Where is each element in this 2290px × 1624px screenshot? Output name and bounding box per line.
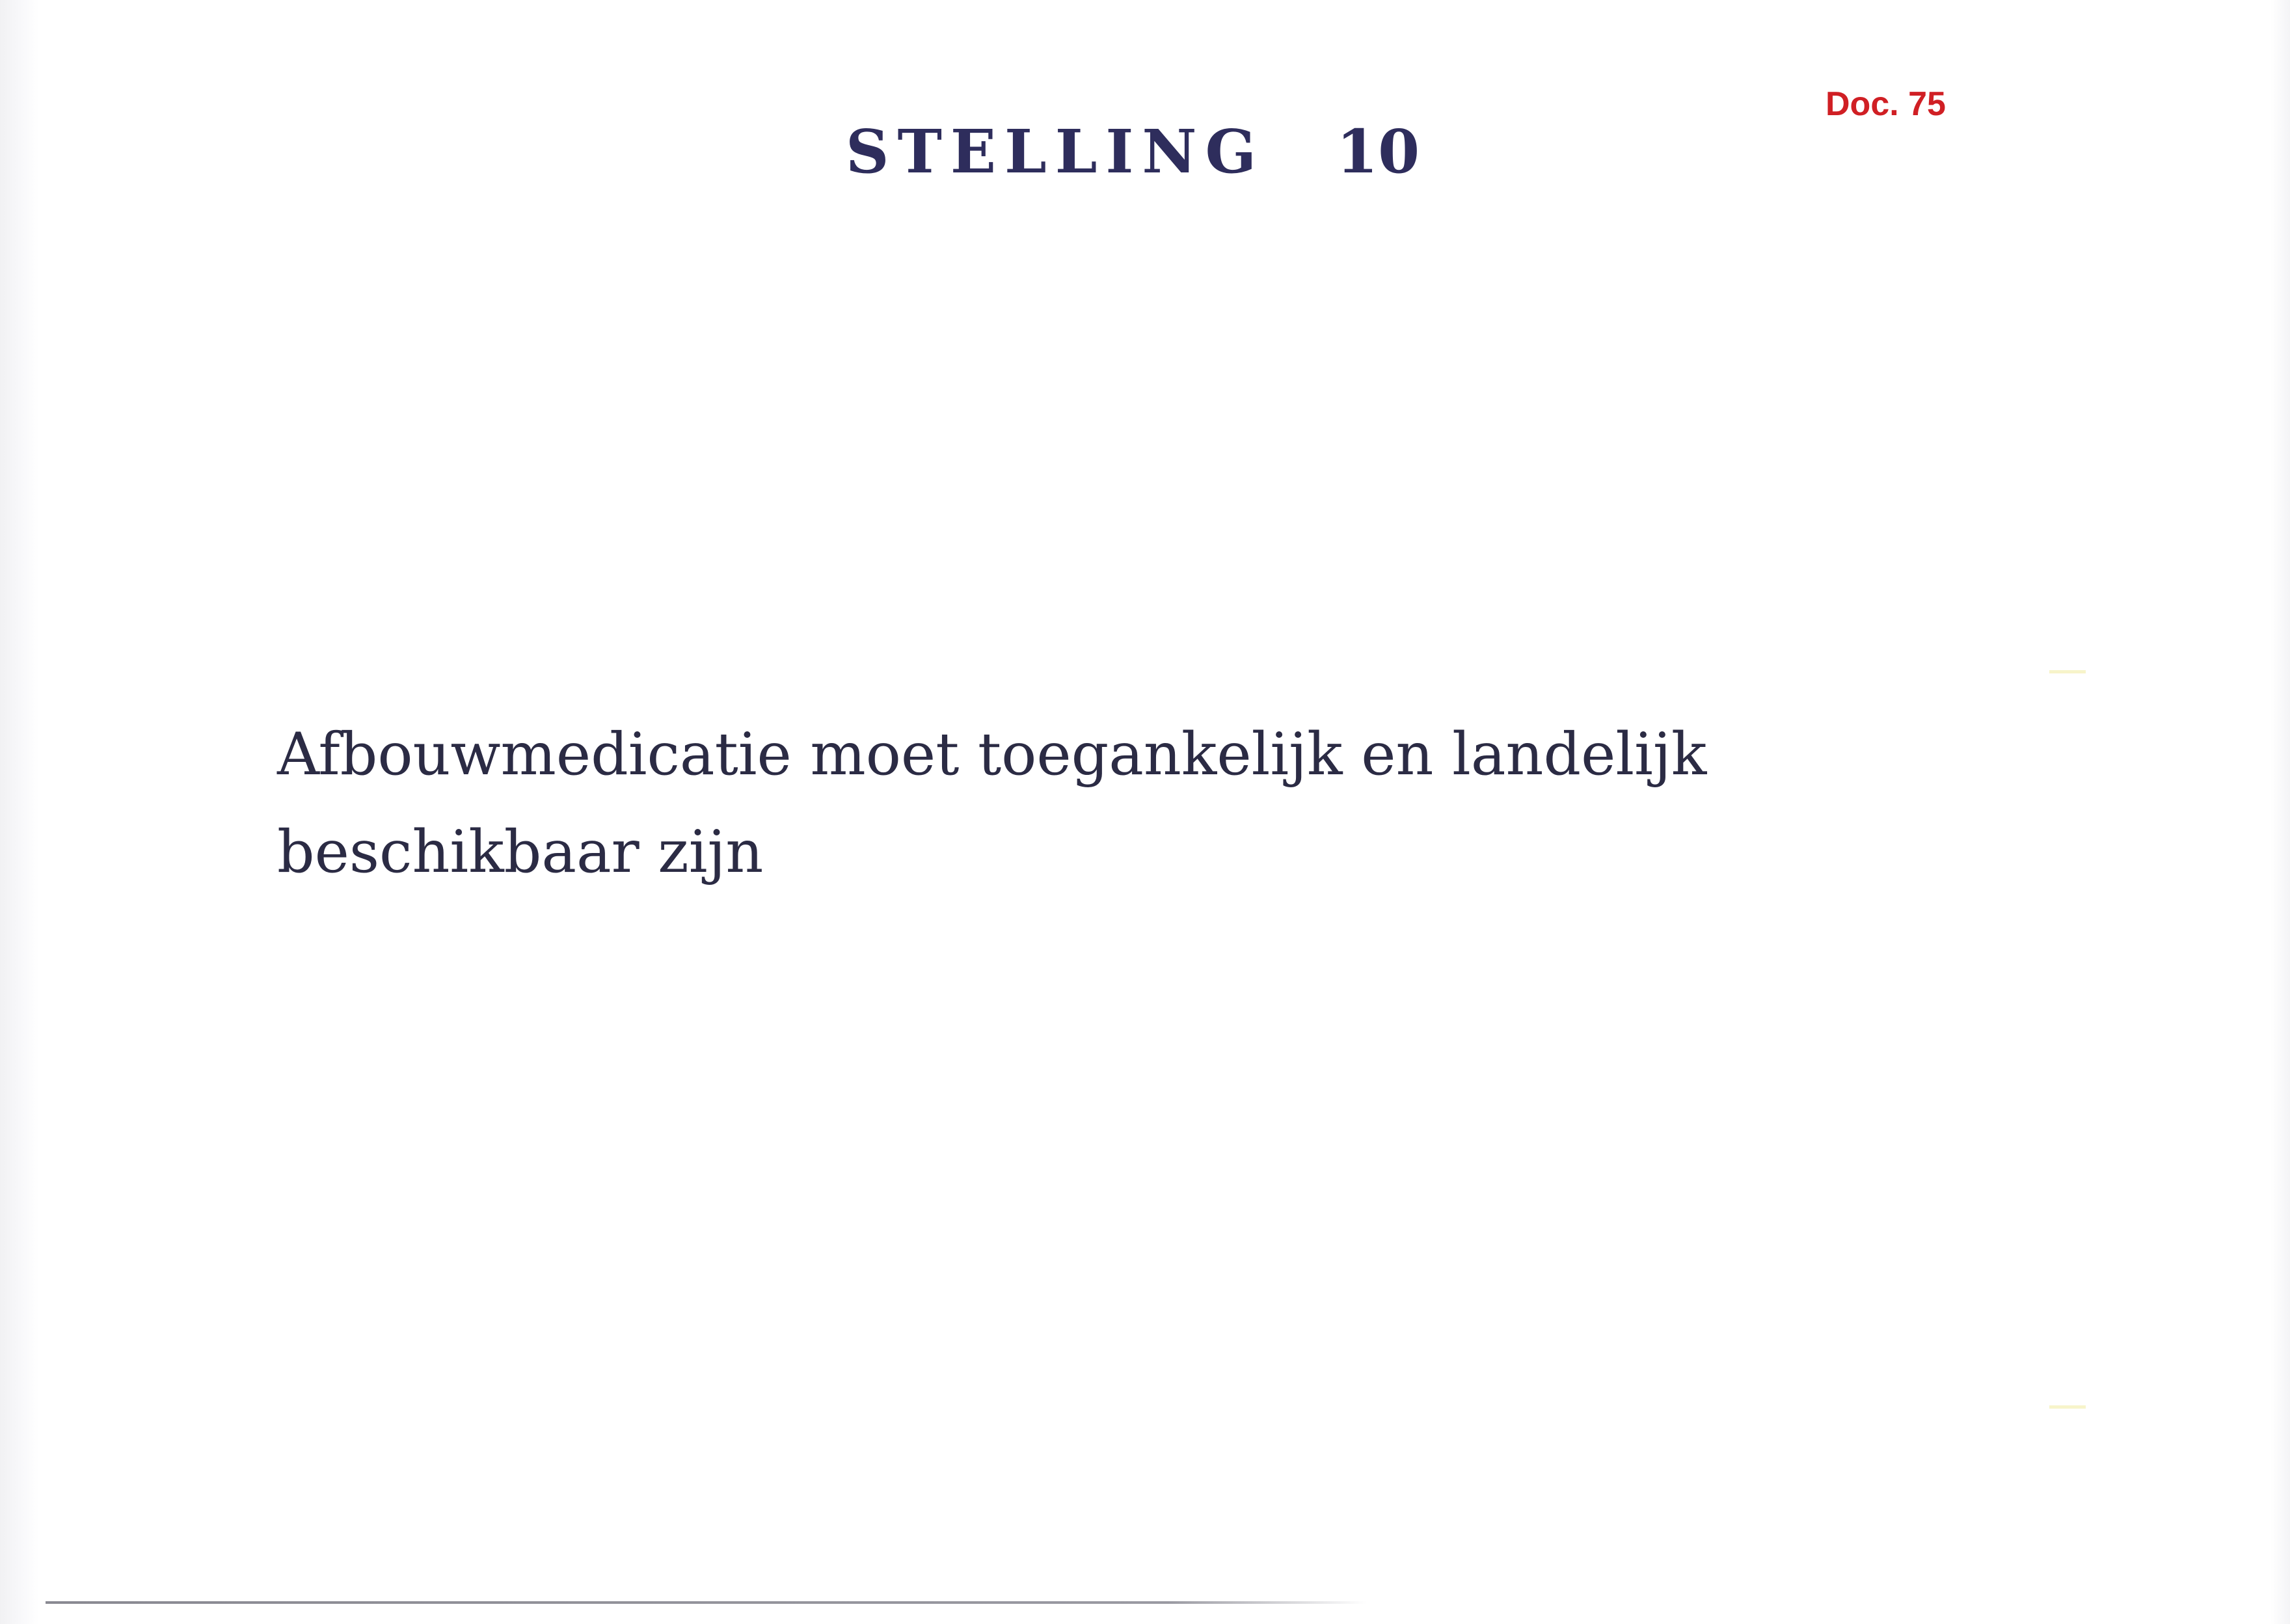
scan-edge-left — [0, 0, 39, 1624]
statement-line-2: beschikbaar zijn — [277, 818, 764, 886]
scan-edge-right — [2270, 0, 2290, 1624]
bottom-rule-line — [46, 1601, 1366, 1604]
document-number-label: Doc. 75 — [1825, 85, 1946, 123]
statement-text: Afbouwmedicatie moet toegankelijk en lan… — [277, 706, 1904, 901]
scan-highlight-mark — [2049, 1405, 2086, 1409]
title-number: 10 — [1336, 116, 1420, 187]
statement-line-1: Afbouwmedicatie moet toegankelijk en lan… — [277, 720, 1707, 789]
document-page: Doc. 75 STELLING 10 Afbouwmedicatie moet … — [0, 0, 2290, 1624]
title-word: STELLING — [846, 116, 1265, 187]
page-title: STELLING 10 — [846, 109, 1496, 194]
scan-highlight-mark — [2049, 670, 2086, 673]
